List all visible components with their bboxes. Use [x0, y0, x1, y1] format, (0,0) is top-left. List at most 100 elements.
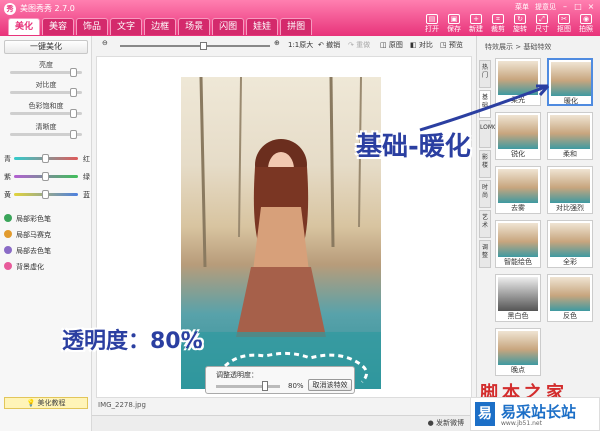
close-icon[interactable]: ×: [586, 2, 596, 12]
tab-collage[interactable]: 拼图: [280, 18, 313, 35]
menu-link[interactable]: 菜单: [515, 2, 529, 12]
thumb-label: 锐化: [511, 150, 525, 158]
tool-matting[interactable]: ✂ 抠图: [554, 14, 574, 34]
cancel-effect-button[interactable]: 取消该特效: [308, 379, 352, 391]
sharpness-slider[interactable]: [10, 130, 82, 139]
file-name: IMG_2278.jpg: [98, 401, 146, 409]
yellow-label: 黄: [4, 191, 11, 199]
tab-adjust[interactable]: 调整: [479, 240, 491, 268]
brightness-slider[interactable]: [10, 68, 82, 77]
local-color-brush[interactable]: 局部彩色笔: [4, 214, 51, 224]
effect-thumb[interactable]: 对比强烈: [547, 166, 593, 214]
effect-thumb[interactable]: 柔光: [495, 58, 541, 106]
tutorial-label: 美化教程: [37, 399, 66, 407]
tab-scene[interactable]: 场景: [178, 18, 211, 35]
tab-lomo[interactable]: LOMO: [479, 120, 498, 148]
tab-accessories[interactable]: 饰品: [76, 18, 109, 35]
preview-button[interactable]: ◳ 预览: [440, 40, 463, 50]
one-key-beautify-button[interactable]: 一键美化: [4, 40, 88, 54]
tab-border[interactable]: 边框: [144, 18, 177, 35]
local-desaturate-brush[interactable]: 局部去色笔: [4, 246, 51, 256]
tab-art[interactable]: 艺术: [479, 210, 491, 238]
effect-thumb[interactable]: 晚点: [495, 328, 541, 376]
brand-name: 易采站长站: [501, 403, 577, 421]
maximize-icon[interactable]: □: [573, 2, 583, 12]
tool-rotate[interactable]: ↻ 旋转: [510, 14, 530, 34]
tab-hot[interactable]: 热门: [479, 60, 491, 88]
opacity-knob[interactable]: [262, 381, 268, 391]
tool-new[interactable]: + 新建: [466, 14, 486, 34]
opacity-popup: 调整透明度： 80% 取消该特效: [205, 366, 355, 394]
thumb-label: 对比强烈: [556, 204, 584, 212]
tab-flash[interactable]: 闪图: [212, 18, 245, 35]
cyan-red-slider[interactable]: 青 红: [4, 154, 90, 164]
zoom-knob[interactable]: [200, 42, 207, 50]
purple-green-slider[interactable]: 紫 绿: [4, 172, 90, 182]
effect-thumb[interactable]: 锐化: [495, 112, 541, 160]
effect-thumb[interactable]: 柔和: [547, 112, 593, 160]
yellow-blue-slider[interactable]: 黄 蓝: [4, 190, 90, 200]
tab-basic[interactable]: 基础: [479, 90, 491, 118]
tool-resize[interactable]: ⤢ 尺寸: [532, 14, 552, 34]
brand-url: www.jb51.net: [501, 420, 542, 427]
zoom-ratio[interactable]: 1:1原大: [288, 40, 313, 50]
local-mosaic[interactable]: 局部马赛克: [4, 230, 51, 240]
effect-thumb[interactable]: 去雾: [495, 166, 541, 214]
preview-label: 预览: [448, 41, 463, 49]
contrast-slider[interactable]: [10, 88, 82, 97]
tool-crop[interactable]: ⌗ 裁剪: [488, 14, 508, 34]
slider-knob[interactable]: [70, 88, 77, 97]
tool-label: 抠图: [557, 25, 571, 33]
slider-knob[interactable]: [70, 109, 77, 118]
redo-button[interactable]: ↷ 重做: [348, 40, 370, 50]
saturation-slider[interactable]: [10, 109, 82, 118]
effect-category-tabs: 热门 基础 LOMO 影楼 时尚 艺术 调整: [479, 60, 498, 270]
tab-text[interactable]: 文字: [110, 18, 143, 35]
slider-track: [14, 190, 78, 199]
effect-thumb[interactable]: 智能绘色: [495, 220, 541, 268]
edited-photo[interactable]: [181, 77, 381, 389]
share-weibo-button[interactable]: ● 发新微博: [428, 418, 464, 428]
undo-button[interactable]: ↶ 撤销: [318, 40, 340, 50]
slider-knob[interactable]: [42, 172, 49, 181]
canvas-toolbar: ⊖ ⊕ 1:1原大 ↶ 撤销 ↷ 重做 ◫ 原图 ◧ 对比 ◳ 预览: [96, 38, 474, 54]
background-blur[interactable]: 背景虚化: [4, 262, 44, 272]
thumb-label: 智能绘色: [504, 258, 532, 266]
tool-save[interactable]: ▣ 保存: [444, 14, 464, 34]
slider-knob[interactable]: [42, 190, 49, 199]
thumb-image: [550, 115, 590, 149]
window-controls: – □ ×: [560, 2, 596, 12]
compare-button[interactable]: ◧ 对比: [410, 40, 433, 50]
tutorial-button[interactable]: 💡 美化教程: [4, 397, 88, 409]
tab-beautify[interactable]: 美化: [8, 18, 41, 35]
slider-knob[interactable]: [70, 130, 77, 139]
tool-label: 打开: [425, 25, 439, 33]
thumb-image: [550, 277, 590, 311]
mosaic-icon: [4, 230, 12, 238]
slider-knob[interactable]: [70, 68, 77, 77]
photo-drawing: [181, 77, 381, 389]
opacity-slider[interactable]: [216, 385, 280, 388]
original-button[interactable]: ◫ 原图: [380, 40, 403, 50]
feedback-link[interactable]: 提意见: [535, 2, 556, 12]
rotate-icon: ↻: [514, 14, 526, 24]
effect-thumb[interactable]: 黑白色: [495, 274, 541, 322]
tab-studio[interactable]: 影楼: [479, 150, 491, 178]
tab-fashion[interactable]: 时尚: [479, 180, 491, 208]
tool-label: 旋转: [513, 25, 527, 33]
effect-thumb-selected[interactable]: 暖化: [547, 58, 593, 106]
effect-thumb[interactable]: 全彩: [547, 220, 593, 268]
tab-doll[interactable]: 娃娃: [246, 18, 279, 35]
desaturate-brush-icon: [4, 246, 12, 254]
tool-open[interactable]: ▤ 打开: [422, 14, 442, 34]
zoom-out-icon[interactable]: ⊖: [102, 39, 108, 47]
slider-knob[interactable]: [42, 154, 49, 163]
zoom-slider[interactable]: [120, 42, 270, 50]
effect-thumb[interactable]: 反色: [547, 274, 593, 322]
zoom-in-icon[interactable]: ⊕: [274, 39, 280, 47]
minimize-icon[interactable]: –: [560, 2, 570, 12]
sharpness-label: 清晰度: [35, 123, 57, 131]
thumb-label: 黑白色: [507, 312, 529, 320]
tool-capture[interactable]: ◉ 拍照: [576, 14, 596, 34]
tab-beauty[interactable]: 美容: [42, 18, 75, 35]
